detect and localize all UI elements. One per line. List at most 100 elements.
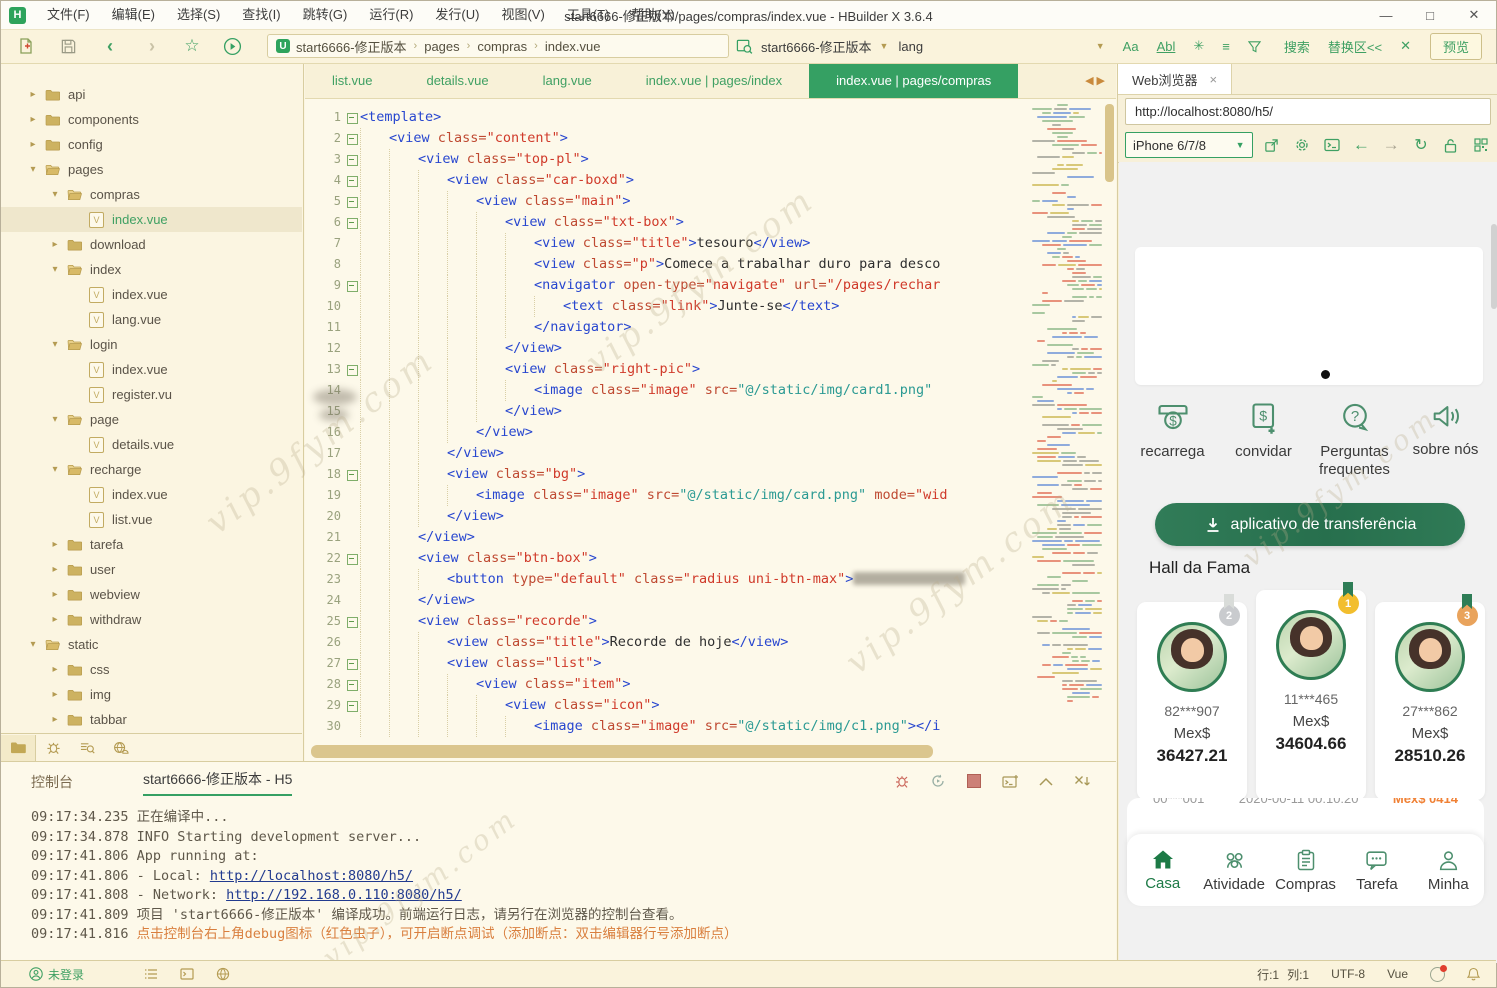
save-icon[interactable] (55, 33, 81, 59)
replace-button[interactable]: 替换区<< (1328, 37, 1382, 56)
code-line-5[interactable]: 5 <view class="main"> (305, 191, 1028, 212)
line-number[interactable]: 13 (305, 359, 346, 380)
code-line-25[interactable]: 25 <view class="recorde"> (305, 611, 1028, 632)
line-number[interactable]: 12 (305, 338, 346, 359)
qrcode-icon[interactable] (1470, 134, 1491, 156)
nav-forward-icon[interactable]: → (1381, 134, 1402, 156)
chevron-right-icon[interactable]: ▸ (49, 689, 61, 700)
breadcrumb-item[interactable]: start6666-修正版本 (296, 37, 407, 56)
tree-folder-download[interactable]: ▸ download (1, 232, 302, 257)
code-line-8[interactable]: 8 <view class="p">Comece a trabalhar duro… (305, 254, 1028, 275)
quick-action-convidar[interactable]: $ convidar (1218, 400, 1309, 479)
devtools-console-icon[interactable] (1321, 134, 1342, 156)
code-line-14[interactable]: 14 <image class="image" src="@/static/img… (305, 380, 1028, 401)
new-file-icon[interactable] (13, 33, 39, 59)
settings-gear-icon[interactable] (1291, 134, 1312, 156)
menu-文件[interactable]: 文件(F) (36, 1, 101, 29)
browser-tab[interactable]: Web浏览器 × (1118, 64, 1233, 94)
menu-发行[interactable]: 发行(U) (424, 1, 490, 29)
menu-编辑[interactable]: 编辑(E) (101, 1, 166, 29)
line-number[interactable]: 28 (305, 674, 346, 695)
line-number[interactable]: 17 (305, 443, 346, 464)
close-find-icon[interactable]: ✕ (1400, 38, 1411, 54)
quick-action-Perguntas[interactable]: ? Perguntas frequentes (1309, 400, 1400, 479)
back-icon[interactable]: ‹ (97, 33, 123, 59)
find-scope-select[interactable]: start6666-修正版本 (761, 37, 872, 56)
stop-icon[interactable] (965, 772, 983, 790)
editor-tab[interactable]: details.vue (399, 64, 515, 98)
tree-folder-recharge[interactable]: ▾ recharge (1, 457, 302, 482)
code-line-7[interactable]: 7 <view class="title">tesouro</view> (305, 233, 1028, 254)
tab-scroll-arrows-icon[interactable]: ◀▶ (1085, 64, 1108, 98)
line-number[interactable]: 23 (305, 569, 346, 590)
code-line-20[interactable]: 20 </view> (305, 506, 1028, 527)
fold-marker-icon[interactable] (346, 170, 360, 191)
app-tab-compras[interactable]: Compras (1270, 834, 1341, 906)
preview-button[interactable]: 预览 (1429, 32, 1482, 60)
forward-icon[interactable]: › (139, 33, 165, 59)
code-line-26[interactable]: 26 <view class="title">Recorde de hoje</v… (305, 632, 1028, 653)
code-line-13[interactable]: 13 <view class="right-pic"> (305, 359, 1028, 380)
debug-tab-icon[interactable] (36, 735, 70, 761)
tree-folder-page[interactable]: ▾ page (1, 407, 302, 432)
code-line-19[interactable]: 19 <image class="image" src="@/static/img… (305, 485, 1028, 506)
open-external-icon[interactable] (1262, 134, 1283, 156)
tree-folder-withdraw[interactable]: ▸ withdraw (1, 607, 302, 632)
tree-folder-tabbar[interactable]: ▸ tabbar (1, 707, 302, 732)
multiline-icon[interactable]: ≡ (1222, 39, 1230, 54)
fold-marker-icon[interactable] (346, 653, 360, 674)
debug-bug-icon[interactable] (893, 772, 911, 790)
maximize-button[interactable]: □ (1408, 1, 1452, 29)
editor-tab[interactable]: index.vue | pages/index (619, 64, 809, 98)
regex-icon[interactable]: ✳ (1193, 38, 1204, 54)
code-area[interactable]: 1 <template> 2 <view class="content"> 3 <view… (305, 99, 1028, 761)
line-number[interactable]: 26 (305, 632, 346, 653)
code-line-10[interactable]: 10 <text class="link">Junte-se</text> (305, 296, 1028, 317)
tree-folder-user[interactable]: ▸ user (1, 557, 302, 582)
lock-icon[interactable] (1440, 134, 1461, 156)
chevron-down-icon[interactable]: ▾ (49, 464, 61, 475)
minimap[interactable] (1030, 104, 1102, 747)
code-line-1[interactable]: 1 <template> (305, 107, 1028, 128)
menu-选择[interactable]: 选择(S) (166, 1, 231, 29)
outline-icon[interactable] (144, 968, 158, 980)
chevron-right-icon[interactable]: ▸ (49, 239, 61, 250)
quick-action-sobre[interactable]: sobre nós (1400, 400, 1491, 479)
tree-file-list.vue[interactable]: Vlist.vue (1, 507, 302, 532)
tree-folder-css[interactable]: ▸ css (1, 657, 302, 682)
encoding-indicator[interactable]: UTF-8 (1331, 967, 1365, 981)
code-line-23[interactable]: 23 <button type="default" class="radius u… (305, 569, 1028, 590)
tree-folder-pages[interactable]: ▾ pages (1, 157, 302, 182)
chevron-down-icon[interactable]: ▾ (49, 414, 61, 425)
chevron-down-icon[interactable]: ▾ (27, 164, 39, 175)
code-line-2[interactable]: 2 <view class="content"> (305, 128, 1028, 149)
chevron-right-icon[interactable]: ▸ (49, 539, 61, 550)
ranking-card-rank-3[interactable]: 3 27***862 Mex$ 28510.26 (1375, 594, 1485, 800)
minimize-button[interactable]: — (1364, 1, 1408, 29)
tree-folder-components[interactable]: ▸ components (1, 107, 302, 132)
line-number[interactable]: 20 (305, 506, 346, 527)
terminal-status-icon[interactable] (180, 968, 194, 980)
tree-file-index.vue[interactable]: Vindex.vue (1, 482, 302, 507)
chevron-right-icon[interactable]: ▸ (27, 114, 39, 125)
line-number[interactable]: 16 (305, 422, 346, 443)
find-expand-caret-icon[interactable]: ▼ (1096, 41, 1105, 51)
url-input[interactable]: http://localhost:8080/h5/ (1125, 98, 1491, 125)
editor-horizontal-scrollbar-thumb[interactable] (311, 745, 933, 758)
tree-file-register.vu[interactable]: Vregister.vu (1, 382, 302, 407)
fold-marker-icon[interactable] (346, 611, 360, 632)
line-number[interactable]: 8 (305, 254, 346, 275)
line-number[interactable]: 4 (305, 170, 346, 191)
line-number[interactable]: 27 (305, 653, 346, 674)
code-line-16[interactable]: 16 </view> (305, 422, 1028, 443)
line-number[interactable]: 18 (305, 464, 346, 485)
fold-marker-icon[interactable] (346, 674, 360, 695)
collapse-panel-icon[interactable] (1037, 772, 1055, 790)
editor-tab[interactable]: index.vue | pages/compras (809, 64, 1019, 98)
fold-marker-icon[interactable] (346, 212, 360, 233)
code-line-9[interactable]: 9 <navigator open-type="navigate" url="/p… (305, 275, 1028, 296)
code-line-21[interactable]: 21 </view> (305, 527, 1028, 548)
menu-跳转[interactable]: 跳转(G) (292, 1, 359, 29)
device-select[interactable]: iPhone 6/7/8 ▼ (1125, 132, 1253, 158)
explorer-tab-icon[interactable] (1, 734, 36, 761)
